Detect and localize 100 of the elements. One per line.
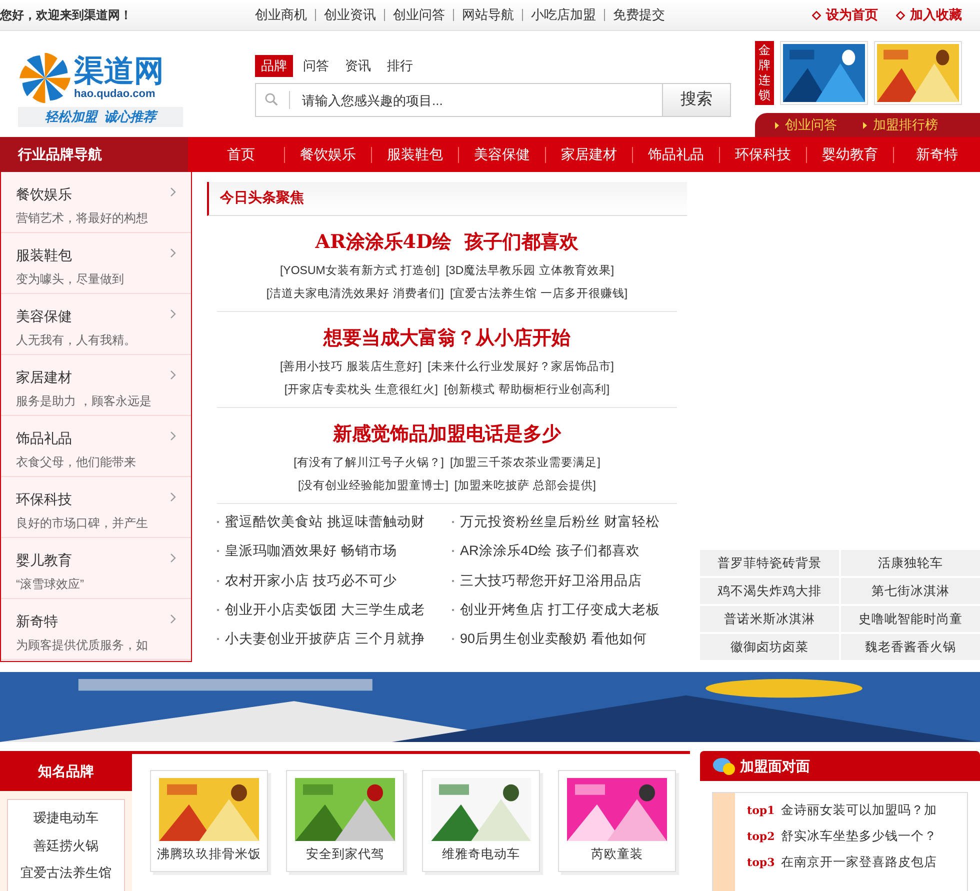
category-item[interactable]: 婴儿教育 “滚雪球效应”: [1, 538, 191, 599]
top-link[interactable]: 创业资讯: [324, 5, 376, 25]
qa-link[interactable]: top1 金诗丽女装可以加盟吗？加: [747, 801, 937, 820]
related-link[interactable]: [YOSUM女装有新方式 打造创]: [280, 262, 440, 280]
brand-tag[interactable]: 第七街冰淇淋: [841, 578, 980, 604]
top-link[interactable]: 网站导航: [462, 5, 514, 25]
category-item[interactable]: 服装鞋包 变为噱头，尽量做到: [1, 233, 191, 294]
brand-link[interactable]: 瑷捷电动车: [34, 808, 98, 828]
top-action-link[interactable]: 设为首页: [812, 5, 878, 25]
top-link[interactable]: 小吃店加盟: [531, 5, 596, 25]
search-tab[interactable]: 品牌: [255, 55, 293, 77]
news-link[interactable]: AR涂涂乐4D绘 孩子们都喜欢: [452, 541, 687, 562]
news-link[interactable]: 小夫妻创业开披萨店 三个月就挣: [217, 629, 452, 650]
news-link[interactable]: 三大技巧帮您开好卫浴用品店: [452, 570, 687, 591]
brand-tag[interactable]: 普罗菲特瓷砖背景: [700, 550, 839, 576]
search-tab[interactable]: 问答: [297, 55, 335, 77]
news-link[interactable]: 蜜逗酷饮美食站 挑逗味蕾触动财: [217, 512, 452, 532]
nav-item[interactable]: 餐饮娱乐: [285, 137, 371, 172]
related-link[interactable]: [有没有了解川江号子火锅？]: [294, 454, 444, 472]
brand-tag[interactable]: 普诺米斯冰淇淋: [700, 606, 839, 632]
chevron-icon: [170, 309, 176, 319]
search-button[interactable]: 搜索: [663, 83, 731, 117]
search-icon: [265, 93, 278, 106]
brand-tag[interactable]: 活康独轮车: [841, 550, 980, 576]
chevron-icon: [170, 370, 176, 380]
nav-item[interactable]: 新奇特: [894, 137, 980, 172]
top-link[interactable]: 免费提交: [613, 5, 665, 25]
related-link[interactable]: [创新模式 帮助橱柜行业创高利]: [444, 382, 610, 399]
related-link[interactable]: [没有创业经验能加盟童博士]: [298, 478, 448, 495]
face-title: 加盟面对面: [740, 756, 810, 776]
news-link[interactable]: 创业开烤鱼店 打工仔变成大老板: [452, 600, 687, 620]
diamond-icon: [812, 10, 821, 20]
chevron-icon: [170, 614, 176, 624]
headline-link[interactable]: AR涂涂乐4D绘 孩子们都喜欢: [315, 228, 579, 256]
brand-card[interactable]: 安全到家代驾: [286, 770, 404, 872]
related-link[interactable]: [善用小技巧 服装店生意好]: [280, 358, 422, 376]
search-tab[interactable]: 排行: [381, 55, 419, 77]
nav-item[interactable]: 美容保健: [459, 137, 545, 172]
brand-card[interactable]: 维雅奇电动车: [422, 770, 540, 872]
category-item[interactable]: 环保科技 良好的市场口碑，并产生: [1, 477, 191, 538]
related-link[interactable]: [洁道夫家电清洗效果好 消费者们]: [266, 286, 444, 303]
chevron-icon: [170, 492, 176, 502]
welcome-text: 您好，欢迎来到渠道网！: [0, 7, 133, 24]
logo-domain: hao.qudao.com: [74, 88, 156, 100]
qa-link[interactable]: top2 舒实冰车坐垫多少钱一个？: [747, 826, 937, 846]
news-link[interactable]: 创业开小店卖饭团 大三学生成老: [217, 600, 452, 620]
news-link[interactable]: 皇派玛咖酒效果好 畅销市场: [217, 541, 452, 562]
nav-title: 行业品牌导航: [0, 137, 188, 172]
chevron-icon: [170, 187, 176, 197]
triangle-icon: [775, 122, 779, 128]
chevron-icon: [170, 553, 176, 563]
brand-card[interactable]: 芮欧童装: [558, 770, 676, 872]
category-item[interactable]: 餐饮娱乐 营销艺术，将最好的构想: [1, 172, 191, 233]
chain-store-badge: 金牌连锁: [755, 41, 774, 105]
chevron-icon: [170, 431, 176, 441]
brand-tag[interactable]: 鸡不渴失炸鸡大排: [700, 578, 839, 604]
search-field[interactable]: 请输入您感兴趣的项目...: [255, 83, 663, 117]
quick-link[interactable]: 加盟排行榜: [863, 115, 938, 135]
nav-item[interactable]: 首页: [198, 137, 284, 172]
search-tab[interactable]: 资讯: [339, 55, 377, 77]
nav-item[interactable]: 服装鞋包: [372, 137, 458, 172]
brand-link[interactable]: 善廷捞火锅: [34, 836, 98, 855]
logo-slogan: 轻松加盟 诚心推荐: [18, 107, 183, 126]
related-link[interactable]: [未来什么行业发展好？家居饰品市]: [428, 358, 614, 376]
brand-link[interactable]: 宜爱古法养生馆: [20, 863, 112, 882]
brand-tag[interactable]: 徽御卤坊卤菜: [700, 634, 839, 660]
category-item[interactable]: 饰品礼品 衣食父母，他们能带来: [1, 416, 191, 477]
news-link[interactable]: 万元投资粉丝皇后粉丝 财富轻松: [452, 512, 687, 532]
brand-tag[interactable]: 史噜呲智能时尚童: [841, 606, 980, 632]
related-link[interactable]: [开家店专卖枕头 生意很红火]: [284, 382, 438, 399]
brands-title: 知名品牌: [38, 763, 94, 782]
qa-link[interactable]: top3 在南京开一家登喜路皮包店: [747, 852, 937, 872]
related-link[interactable]: [3D魔法早教乐园 立体教育效果]: [446, 262, 614, 280]
category-item[interactable]: 家居建材 服务是助力 ，顾客永远是: [1, 355, 191, 416]
top-link[interactable]: 创业问答: [393, 5, 445, 25]
chevron-icon: [170, 248, 176, 258]
related-link[interactable]: [宜爱古法养生馆 一店多开很赚钱]: [450, 286, 628, 303]
brand-card[interactable]: 沸腾玖玖排骨米饭: [150, 770, 268, 872]
category-item[interactable]: 美容保健 人无我有，人有我精。: [1, 294, 191, 355]
nav-item[interactable]: 家居建材: [546, 137, 632, 172]
logo-icon: [18, 53, 72, 103]
nav-item[interactable]: 饰品礼品: [633, 137, 719, 172]
category-item[interactable]: 新奇特 为顾客提供优质服务，如: [1, 599, 191, 660]
nav-item[interactable]: 环保科技: [720, 137, 806, 172]
headline-link[interactable]: 想要当成大富翁？从小店开始: [324, 324, 570, 352]
related-link[interactable]: [加盟三千茶农茶业需要满足]: [450, 454, 600, 472]
top-link[interactable]: 创业商机: [255, 5, 307, 25]
news-link[interactable]: 90后男生创业卖酸奶 看他如何: [452, 629, 687, 650]
section-title: 今日头条聚焦: [220, 189, 304, 208]
headline-link[interactable]: 新感觉饰品加盟电话是多少: [333, 420, 561, 448]
brand-tag[interactable]: 魏老香酱香火锅: [841, 634, 980, 660]
triangle-icon: [863, 122, 867, 128]
chat-bubble-icon: [712, 756, 736, 776]
related-link[interactable]: [加盟来吃披萨 总部会提供]: [454, 478, 596, 495]
diamond-icon: [896, 10, 905, 20]
news-link[interactable]: 农村开家小店 技巧必不可少: [217, 570, 452, 591]
top-action-link[interactable]: 加入收藏: [896, 5, 962, 25]
nav-item[interactable]: 婴幼教育: [807, 137, 893, 172]
quick-link[interactable]: 创业问答: [775, 115, 837, 135]
logo-name: 渠道网: [74, 56, 164, 86]
